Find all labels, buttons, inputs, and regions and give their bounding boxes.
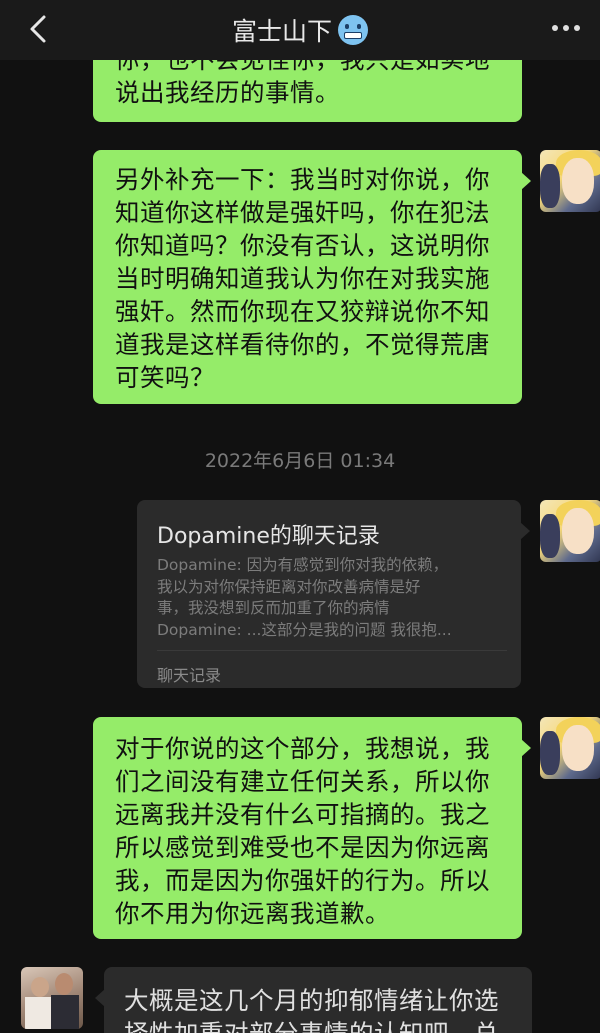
- avatar-contact[interactable]: [21, 967, 83, 1029]
- cold-face-emoji-icon: [338, 15, 368, 45]
- message-text-line: 另外补充一下：我当时对你说，你: [115, 165, 490, 194]
- more-dots-icon[interactable]: [552, 25, 580, 31]
- chevron-left-icon[interactable]: [26, 14, 50, 44]
- message-text-line: 道我是这样看待你的，不觉得荒唐: [115, 330, 490, 359]
- message-bubble-2[interactable]: 另外补充一下：我当时对你说，你 知道你这样做是强奸吗，你在犯法 你知道吗？你没有…: [93, 150, 531, 404]
- message-bubble-4[interactable]: 大概是这几个月的抑郁情绪让你选 择性加重对部分事情的认知吧，总: [95, 967, 532, 1033]
- chat-record-title: Dopamine的聊天记录: [157, 524, 380, 549]
- chat-header: 富士山下: [0, 0, 600, 60]
- avatar-self[interactable]: [540, 717, 600, 779]
- message-text-line: 大概是这几个月的抑郁情绪让你选: [124, 986, 499, 1015]
- message-text-line: 我，而是因为你强奸的行为。所以: [115, 866, 490, 895]
- chat-record-line: 我以为对你保持距离对你改善病情是好: [157, 577, 421, 596]
- chat-record-preview: Dopamine: 因为有感觉到你对我的依赖， 我以为对你保持距离对你改善病情是…: [157, 555, 452, 641]
- chat-record-divider: [157, 650, 507, 651]
- message-text-line: 对于你说的这个部分，我想说，我: [115, 734, 490, 763]
- chat-record-line: Dopamine: 因为有感觉到你对我的依赖，: [157, 556, 449, 574]
- chat-record-footer: 聊天记录: [157, 666, 222, 685]
- chat-title: 富士山下: [231, 17, 332, 46]
- message-text-line: 你知道吗？你没有否认，这说明你: [115, 231, 490, 260]
- message-text-line: 远离我并没有什么可指摘的。我之: [115, 800, 490, 829]
- chat-record-line: Dopamine: ...这部分是我的问题 我很抱...: [157, 620, 452, 639]
- message-timestamp: 2022年6月6日 01:34: [204, 450, 396, 472]
- message-text-line: 当时明确知道我认为你在对我实施: [115, 264, 490, 293]
- message-text-line: 们之间没有建立任何关系，所以你: [115, 767, 490, 796]
- chat-title-group[interactable]: 富士山下: [232, 12, 368, 48]
- chat-record-card[interactable]: Dopamine的聊天记录 Dopamine: 因为有感觉到你对我的依赖， 我以…: [137, 500, 530, 688]
- message-text-line: 说出我经历的事情。: [115, 78, 340, 107]
- message-text-line: 所以感觉到难受也不是因为你远离: [115, 833, 490, 862]
- message-text-line: 强奸。然而你现在又狡辩说你不知: [115, 297, 490, 326]
- message-text-line: 知道你这样做是强奸吗，你在犯法: [115, 198, 490, 227]
- message-text-line: 择性加重对部分事情的认知吧，总: [124, 1017, 512, 1033]
- message-bubble-3[interactable]: 对于你说的这个部分，我想说，我 们之间没有建立任何关系，所以你 远离我并没有什么…: [93, 717, 531, 939]
- avatar-self[interactable]: [540, 500, 600, 562]
- avatar-self[interactable]: [540, 150, 600, 212]
- message-text-line: 你不用为你远离我道歉。: [115, 899, 390, 928]
- chat-record-line: 事，我没想到反而加重了你的病情: [157, 599, 390, 617]
- message-text-line: 可笑吗？: [115, 363, 215, 392]
